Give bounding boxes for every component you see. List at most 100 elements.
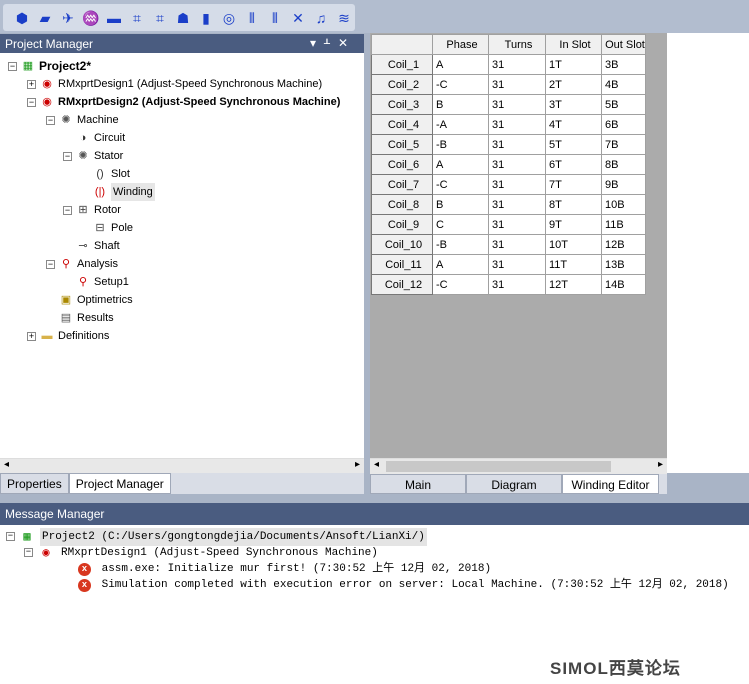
tree-item[interactable]: − ▦ Project2* <box>0 57 364 75</box>
row-header[interactable]: Coil_6 <box>371 154 433 175</box>
tab-diagram[interactable]: Diagram <box>466 474 562 494</box>
table-cell[interactable]: 6B <box>601 114 646 135</box>
column-header[interactable]: Turns <box>488 34 546 55</box>
row-header[interactable]: Coil_11 <box>371 254 433 275</box>
row-header[interactable]: Coil_7 <box>371 174 433 195</box>
table-cell[interactable]: 7B <box>601 134 646 155</box>
expand-icon[interactable]: + <box>27 80 36 89</box>
row-header[interactable]: Coil_12 <box>371 274 433 295</box>
pin-icon[interactable]: ᚆ <box>324 36 338 50</box>
table-cell[interactable]: 31 <box>488 94 546 115</box>
collapse-icon[interactable]: − <box>63 206 72 215</box>
tree-item[interactable]: ⊟ Pole <box>0 219 364 237</box>
table-cell[interactable]: 9T <box>545 214 602 235</box>
table-cell[interactable]: 31 <box>488 114 546 135</box>
column-header[interactable]: In Slot <box>545 34 602 55</box>
expand-icon[interactable]: + <box>27 332 36 341</box>
fold-icon[interactable]: ✕ <box>289 9 307 27</box>
column-header[interactable]: Phase <box>432 34 489 55</box>
tree-item[interactable]: ▣ Optimetrics <box>0 291 364 309</box>
tree-item[interactable]: − ⚲ Analysis <box>0 255 364 273</box>
close-icon[interactable]: ✕ <box>338 36 356 50</box>
table-cell[interactable]: B <box>432 194 489 215</box>
table-cell[interactable]: 31 <box>488 194 546 215</box>
table-cell[interactable]: 31 <box>488 134 546 155</box>
table-cell[interactable]: 12T <box>545 274 602 295</box>
tree-item[interactable]: − ⊞ Rotor <box>0 201 364 219</box>
tree-item[interactable]: + ▬ Definitions <box>0 327 364 345</box>
table-cell[interactable]: 5B <box>601 94 646 115</box>
collapse-icon[interactable]: − <box>27 98 36 107</box>
row-header[interactable]: Coil_4 <box>371 114 433 135</box>
tab-winding-editor[interactable]: Winding Editor <box>562 474 659 494</box>
field-lines-icon[interactable]: ⫴ <box>266 9 284 27</box>
collapse-icon[interactable]: − <box>24 548 33 557</box>
table-cell[interactable]: -A <box>432 114 489 135</box>
table-cell[interactable]: A <box>432 254 489 275</box>
row-header[interactable]: Coil_8 <box>371 194 433 215</box>
table-cell[interactable]: B <box>432 94 489 115</box>
rmxprt-icon[interactable]: ♒ <box>82 9 100 27</box>
table-cell[interactable]: 13B <box>601 254 646 275</box>
row-header[interactable]: Coil_5 <box>371 134 433 155</box>
table-cell[interactable]: A <box>432 154 489 175</box>
add-material-icon[interactable]: ▰ <box>36 9 54 27</box>
table-cell[interactable]: 9B <box>601 174 646 195</box>
table-cell[interactable]: 7T <box>545 174 602 195</box>
collapse-icon[interactable]: − <box>8 62 17 71</box>
table-cell[interactable]: 4T <box>545 114 602 135</box>
collapse-icon[interactable]: − <box>63 152 72 161</box>
table-cell[interactable]: -B <box>432 234 489 255</box>
tab-main[interactable]: Main <box>370 474 466 494</box>
table-cell[interactable]: -C <box>432 174 489 195</box>
slot-icon[interactable]: ▮ <box>197 9 215 27</box>
row-header[interactable]: Coil_1 <box>371 54 433 75</box>
circuit-list-icon[interactable]: ⌗ <box>151 9 169 27</box>
table-cell[interactable]: 12B <box>601 234 646 255</box>
tree-item[interactable]: (|) Winding <box>0 183 364 201</box>
table-cell[interactable]: 3T <box>545 94 602 115</box>
table-cell[interactable]: 14B <box>601 274 646 295</box>
table-cell[interactable]: C <box>432 214 489 235</box>
field-icon[interactable]: ⫴ <box>243 9 261 27</box>
collapse-icon[interactable]: − <box>46 116 55 125</box>
table-cell[interactable]: 5T <box>545 134 602 155</box>
collapse-icon[interactable]: − <box>6 532 15 541</box>
table-cell[interactable]: 2T <box>545 74 602 95</box>
design-icon[interactable]: ◎ <box>220 9 238 27</box>
collapse-icon[interactable]: − <box>46 260 55 269</box>
row-header[interactable]: Coil_10 <box>371 234 433 255</box>
table-cell[interactable]: 31 <box>488 74 546 95</box>
table-cell[interactable]: 4B <box>601 74 646 95</box>
table-cell[interactable]: -C <box>432 74 489 95</box>
dropdown-icon[interactable]: ▾ <box>310 36 324 50</box>
grid-horizontal-scrollbar[interactable]: ◂ ▸ <box>370 458 667 474</box>
tree-item[interactable]: ◑ Circuit <box>0 129 364 147</box>
wave-icon[interactable]: ≋ <box>335 9 353 27</box>
table-cell[interactable]: 31 <box>488 174 546 195</box>
table-cell[interactable]: 31 <box>488 274 546 295</box>
table-cell[interactable]: 6T <box>545 154 602 175</box>
table-cell[interactable]: 31 <box>488 154 546 175</box>
tree-item[interactable]: () Slot <box>0 165 364 183</box>
corner-cell[interactable] <box>371 34 433 55</box>
tree-item[interactable]: − ✺ Stator <box>0 147 364 165</box>
table-cell[interactable]: -C <box>432 274 489 295</box>
table-cell[interactable]: -B <box>432 134 489 155</box>
table-cell[interactable]: A <box>432 54 489 75</box>
geometry-icon[interactable]: ⬢ <box>13 9 31 27</box>
table-cell[interactable]: 31 <box>488 234 546 255</box>
row-header[interactable]: Coil_9 <box>371 214 433 235</box>
machine-icon[interactable]: ✈ <box>59 9 77 27</box>
coil-icon[interactable]: ♫ <box>312 9 330 27</box>
table-cell[interactable]: 3B <box>601 54 646 75</box>
tree-item[interactable]: + ◉ RMxprtDesign1 (Adjust-Speed Synchronou… <box>0 75 364 93</box>
tree-item[interactable]: − ✺ Machine <box>0 111 364 129</box>
row-header[interactable]: Coil_3 <box>371 94 433 115</box>
tree-item[interactable]: − ◉ RMxprtDesign2 (Adjust-Speed Synchronou… <box>0 93 364 111</box>
tab-project-manager[interactable]: Project Manager <box>68 473 171 494</box>
circuit-add-icon[interactable]: ⌗ <box>128 9 146 27</box>
tree-item[interactable]: ⚲ Setup1 <box>0 273 364 291</box>
column-header[interactable]: Out Slot <box>601 34 646 55</box>
layers-icon[interactable]: ▬ <box>105 9 123 27</box>
